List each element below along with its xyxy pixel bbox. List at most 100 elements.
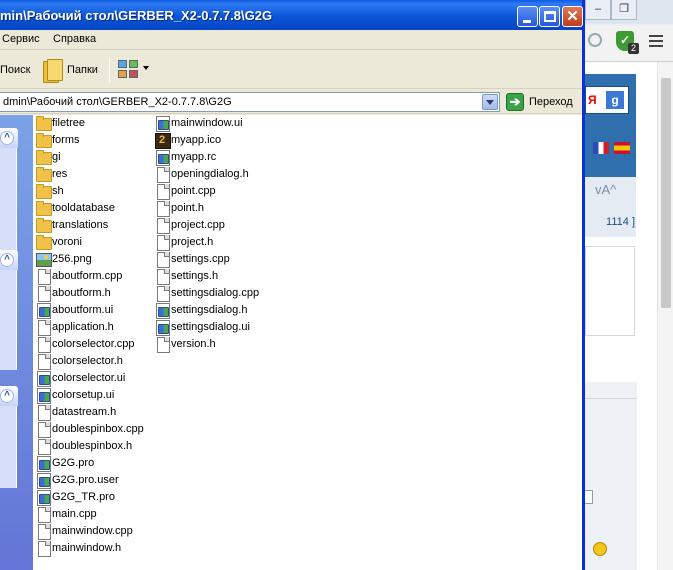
chevron-up-icon[interactable]: ^ (0, 131, 14, 145)
file-item[interactable]: application.h (35, 319, 150, 336)
file-item[interactable]: project.h (154, 234, 269, 251)
file-name: colorselector.ui (52, 372, 126, 384)
file-item[interactable]: G2G_TR.pro (35, 489, 150, 506)
file-item[interactable]: mainwindow.ui (154, 115, 269, 132)
file-item[interactable]: settingsdialog.cpp (154, 285, 269, 302)
doc-icon (35, 285, 51, 302)
google-icon[interactable]: g (606, 91, 624, 109)
file-item[interactable]: datastream.h (35, 404, 150, 421)
file-item[interactable]: colorselector.ui (35, 370, 150, 387)
minimize-icon (523, 20, 531, 23)
browser-restore-button[interactable]: ❐ (611, 0, 637, 20)
menu-help[interactable]: Справка (53, 33, 96, 48)
file-item[interactable]: main.cpp (35, 506, 150, 523)
browser-minimize-button[interactable]: ‒ (585, 0, 611, 20)
file-item[interactable]: version.h (154, 336, 269, 353)
file-item[interactable]: G2G.pro (35, 455, 150, 472)
file-item[interactable]: settings.cpp (154, 251, 269, 268)
file-item[interactable]: aboutform.cpp (35, 268, 150, 285)
browser-scroll-thumb[interactable] (661, 78, 671, 308)
menu-tools[interactable]: Сервис (2, 33, 40, 48)
search-engine-box[interactable]: Я g (585, 86, 629, 114)
task-group-header[interactable]: ^ (0, 250, 18, 270)
go-button[interactable]: ➔ Переход (505, 92, 581, 112)
file-item[interactable]: doublespinbox.cpp (35, 421, 150, 438)
browser-page: Я g vA^ 1114 ] (585, 62, 673, 570)
file-name: aboutform.h (52, 287, 111, 299)
folder-icon (35, 115, 52, 131)
file-item[interactable]: point.cpp (154, 183, 269, 200)
globe-icon[interactable] (588, 33, 602, 47)
file-name: G2G.pro.user (52, 474, 119, 486)
views-button[interactable] (116, 58, 152, 82)
file-item[interactable]: forms (35, 132, 150, 148)
menubar: Сервис Справка (0, 30, 582, 50)
file-item[interactable]: settings.h (154, 268, 269, 285)
address-dropdown-button[interactable] (482, 94, 498, 110)
smiley-icon[interactable] (593, 542, 607, 556)
folders-button[interactable]: Папки (40, 56, 104, 84)
file-item[interactable]: voroni (35, 234, 150, 250)
file-item[interactable]: openingdialog.h (154, 166, 269, 183)
file-item[interactable]: colorselector.cpp (35, 336, 150, 353)
doc-icon (154, 200, 170, 217)
chevron-up-icon[interactable]: ^ (0, 253, 14, 267)
file-item[interactable]: translations (35, 217, 150, 233)
file-item[interactable]: doublespinbox.h (35, 438, 150, 455)
file-name: forms (52, 134, 80, 146)
browser-scrollbar[interactable] (657, 62, 673, 570)
maximize-button[interactable] (539, 6, 560, 27)
folders-icon (43, 59, 63, 83)
app-icon (35, 302, 51, 319)
file-item[interactable]: project.cpp (154, 217, 269, 234)
file-name: point.h (171, 202, 205, 214)
app-icon (154, 149, 170, 166)
hamburger-menu-icon[interactable] (649, 35, 663, 47)
file-name: filetree (52, 117, 86, 129)
french-flag-icon[interactable] (593, 142, 609, 154)
font-size-control[interactable]: vA^ (595, 182, 635, 197)
doc-icon (35, 540, 51, 557)
small-input[interactable] (585, 490, 593, 504)
file-item[interactable]: res (35, 166, 150, 182)
file-list[interactable]: filetree forms gi res sh tooldatabase translat… (33, 115, 582, 570)
file-item[interactable]: myapp.rc (154, 149, 269, 166)
address-value: dmin\Рабочий стол\GERBER_X2-0.7.7.8\G2G (3, 96, 232, 108)
file-name: gi (52, 151, 61, 163)
file-item[interactable]: G2G.pro.user (35, 472, 150, 489)
spanish-flag-icon[interactable] (614, 142, 630, 154)
toolbar: Поиск Папки (0, 51, 582, 89)
file-item[interactable]: settingsdialog.h (154, 302, 269, 319)
app-icon (35, 387, 51, 404)
titlebar[interactable]: min\Рабочий стол\GERBER_X2-0.7.7.8\G2G ✕ (0, 0, 583, 30)
close-button[interactable]: ✕ (562, 6, 583, 27)
file-item[interactable]: settingsdialog.ui (154, 319, 269, 336)
lower-panel (585, 382, 637, 570)
file-item[interactable]: myapp.ico (154, 132, 269, 149)
app-icon (35, 489, 51, 506)
yandex-icon[interactable]: Я (588, 93, 602, 107)
task-group-header[interactable]: ^ (0, 128, 18, 148)
file-item[interactable]: point.h (154, 200, 269, 217)
minimize-button[interactable] (517, 6, 538, 27)
task-group-body (0, 270, 17, 370)
file-item[interactable]: aboutform.ui (35, 302, 150, 319)
file-name: colorsetup.ui (52, 389, 115, 401)
address-input[interactable]: dmin\Рабочий стол\GERBER_X2-0.7.7.8\G2G (0, 92, 500, 112)
search-button[interactable]: Поиск (0, 64, 30, 76)
folder-icon (35, 166, 52, 182)
task-group-header[interactable]: ^ (0, 386, 18, 406)
file-item[interactable]: gi (35, 149, 150, 165)
file-item[interactable]: sh (35, 183, 150, 199)
image-icon (35, 251, 52, 267)
file-item[interactable]: mainwindow.h (35, 540, 150, 557)
file-item[interactable]: colorsetup.ui (35, 387, 150, 404)
file-item[interactable]: mainwindow.cpp (35, 523, 150, 540)
file-item[interactable]: colorselector.h (35, 353, 150, 370)
file-item[interactable]: tooldatabase (35, 200, 150, 216)
file-item[interactable]: filetree (35, 115, 150, 131)
window-title: min\Рабочий стол\GERBER_X2-0.7.7.8\G2G (0, 8, 273, 23)
file-item[interactable]: 256.png (35, 251, 150, 267)
chevron-up-icon[interactable]: ^ (0, 389, 14, 403)
file-item[interactable]: aboutform.h (35, 285, 150, 302)
